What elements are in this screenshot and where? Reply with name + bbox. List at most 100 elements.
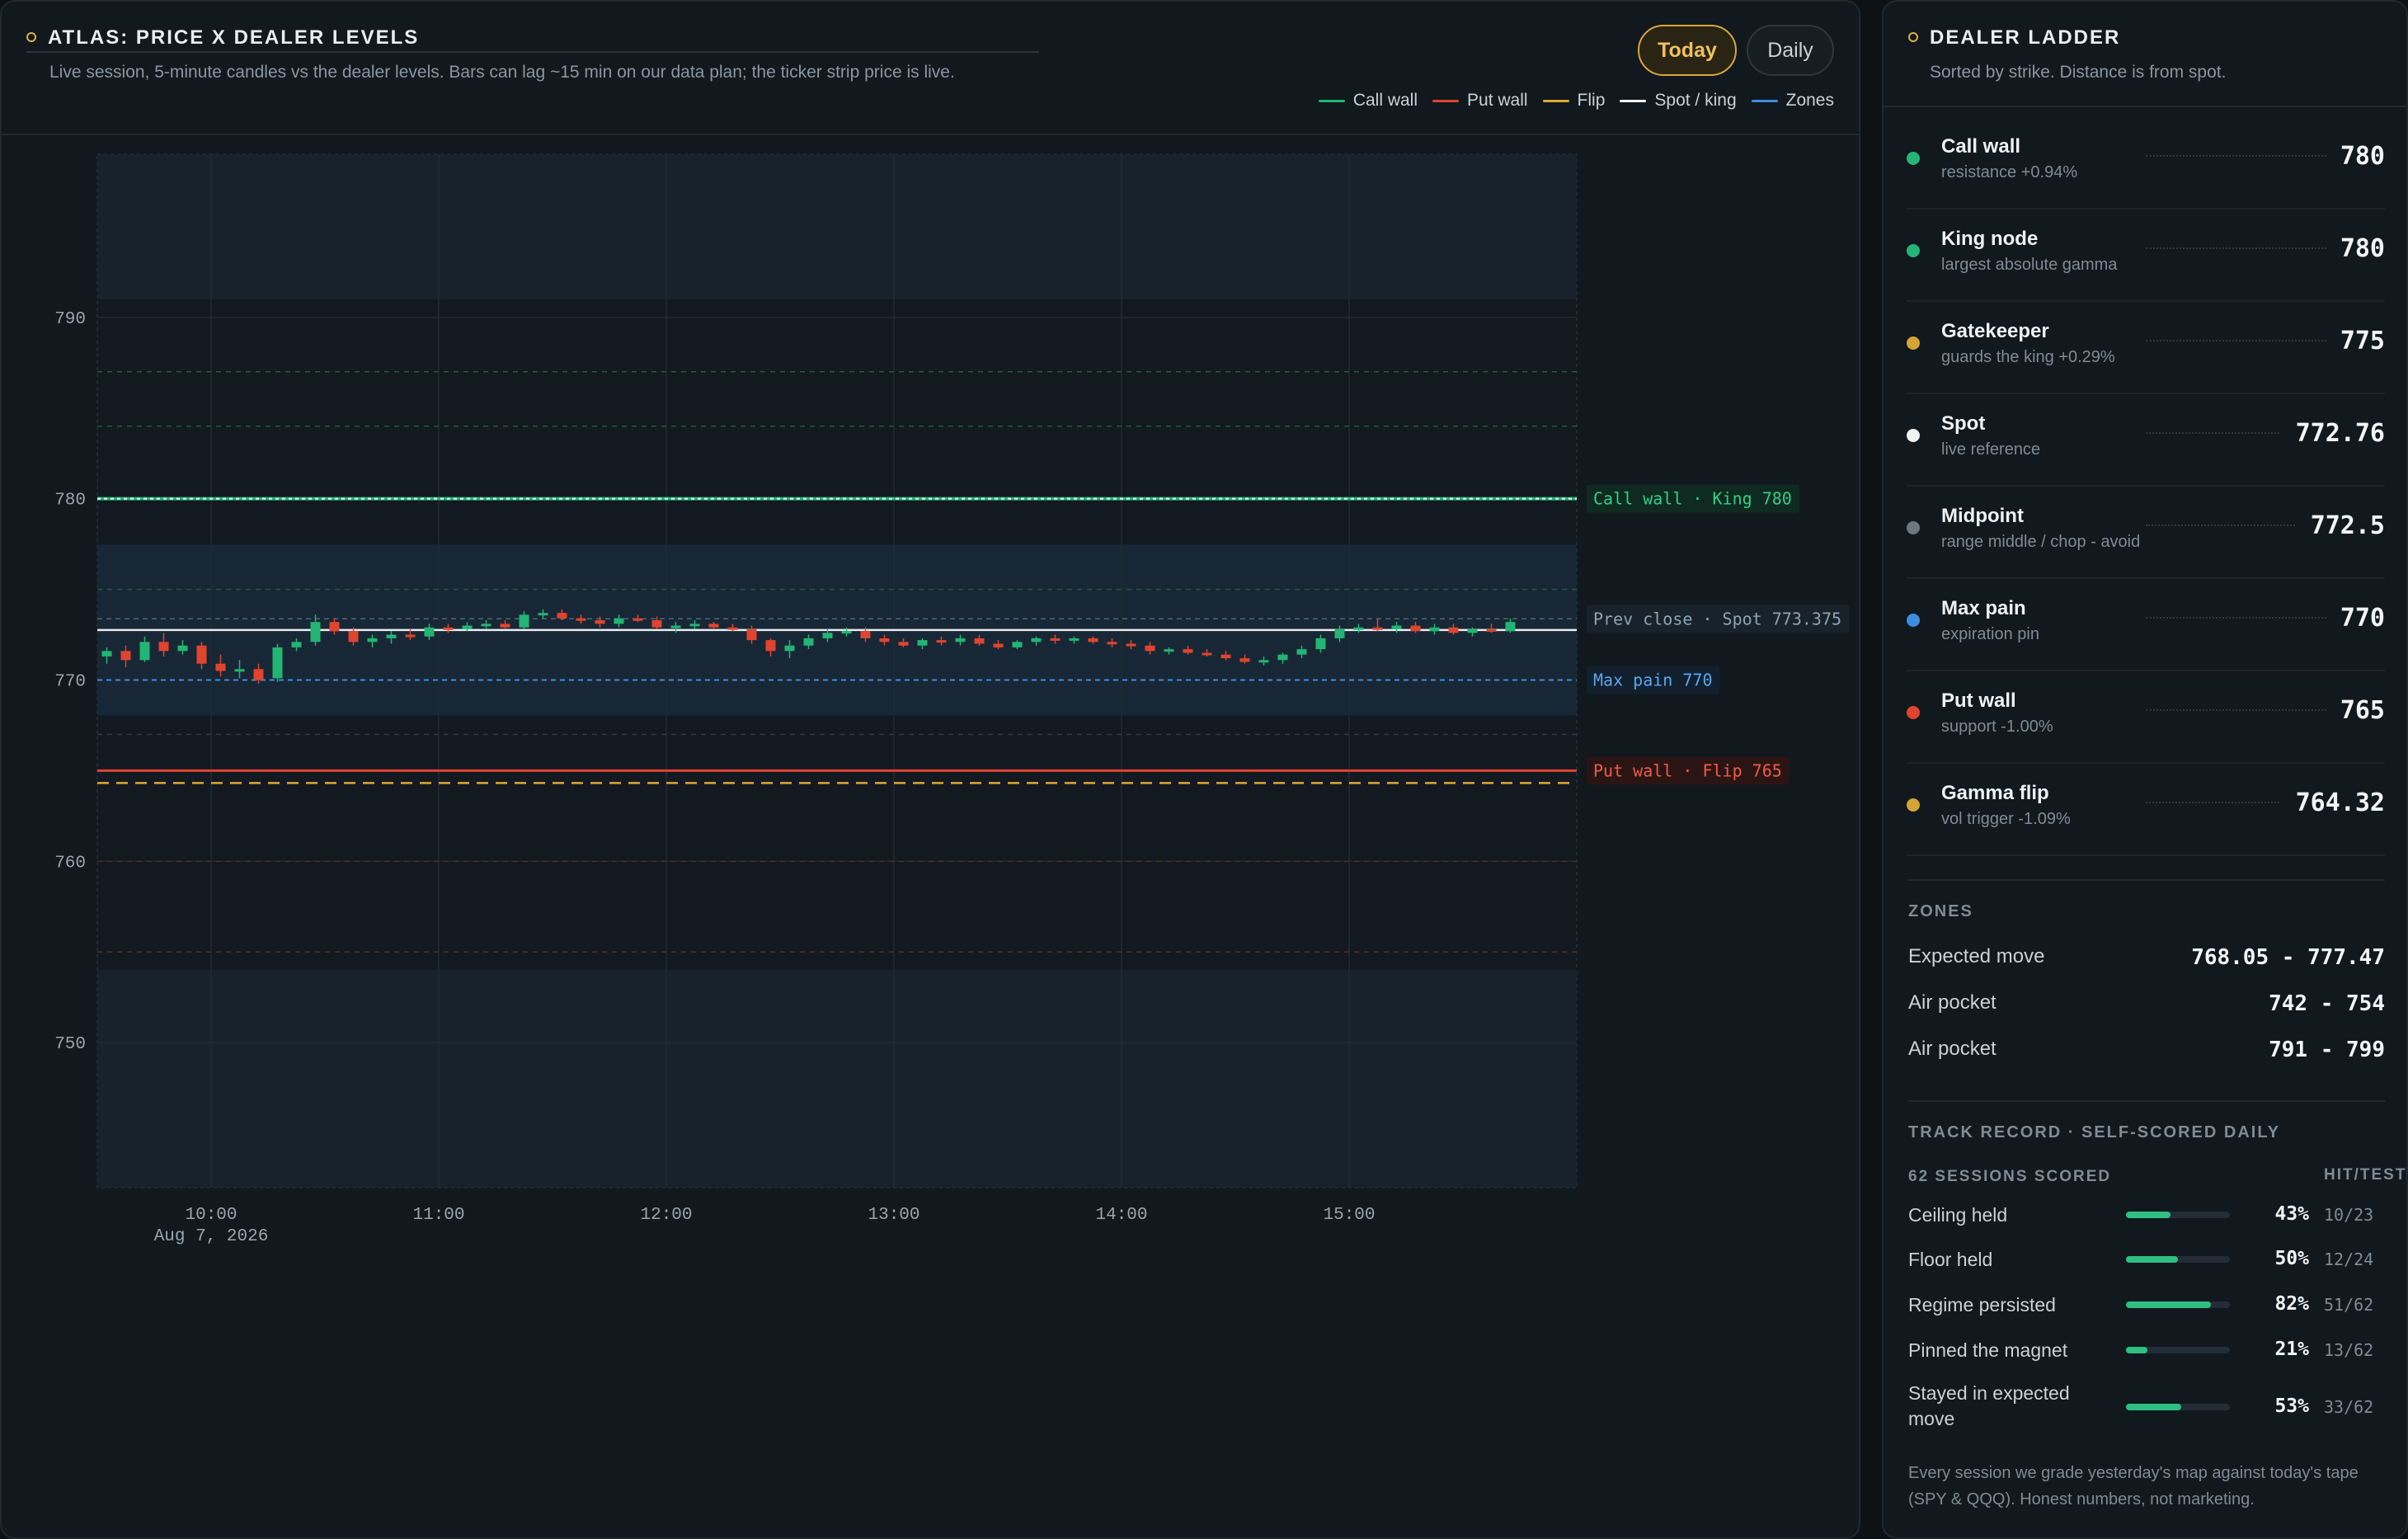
ladder-item-desc: vol trigger -1.09% bbox=[1941, 810, 2071, 828]
candle-up bbox=[310, 622, 321, 642]
ladder-item-desc: resistance +0.94% bbox=[1941, 163, 2078, 181]
ladder-item-name: Midpoint bbox=[1941, 505, 2024, 527]
ladder-item-value: 764.32 bbox=[2295, 788, 2385, 817]
ladder-row[interactable]: Max pain expiration pin 770 bbox=[1907, 579, 2385, 671]
candle-down bbox=[443, 627, 454, 630]
daily-toggle-button[interactable]: Daily bbox=[1747, 25, 1834, 76]
track-progress-bar bbox=[2126, 1212, 2230, 1218]
legend-item: Put wall bbox=[1432, 91, 1528, 111]
candle-up bbox=[139, 642, 150, 661]
candle-down bbox=[1183, 649, 1193, 653]
price-chart[interactable]: 750 760 770 780 790 10:00 11:00 12:00 13:00 14:00… bbox=[2, 134, 1859, 1536]
candle-down bbox=[253, 669, 264, 680]
ladder-item-name: Gatekeeper bbox=[1941, 320, 2049, 342]
candle-up bbox=[101, 651, 112, 657]
y-tick-label: 760 bbox=[54, 854, 86, 873]
candle-down bbox=[1486, 628, 1497, 632]
zone-name: Air pocket bbox=[1908, 1038, 1996, 1060]
candle-up bbox=[1258, 660, 1269, 663]
ladder-item-name: Call wall bbox=[1941, 135, 2021, 158]
level-dot-icon bbox=[1907, 521, 1920, 534]
level-tag: Put wall · Flip 765 bbox=[1587, 756, 1790, 785]
x-tick-label: 15:00 bbox=[1323, 1206, 1375, 1225]
zones-label: ZONES bbox=[1908, 902, 1973, 920]
ladder-item-desc: expiration pin bbox=[1941, 625, 2039, 643]
track-percent: 21% bbox=[2274, 1339, 2309, 1360]
ladder-item-desc: range middle / chop - avoid bbox=[1941, 533, 2141, 551]
status-ring-icon bbox=[1908, 32, 1918, 42]
dotted-leader bbox=[2146, 709, 2326, 711]
today-toggle-button[interactable]: Today bbox=[1638, 25, 1737, 76]
track-footnote: Every session we grade yesterday's map a… bbox=[1908, 1464, 2359, 1508]
candle-up bbox=[177, 645, 188, 652]
legend-swatch bbox=[1318, 99, 1345, 102]
candle-up bbox=[917, 640, 928, 646]
candle-up bbox=[955, 638, 966, 642]
legend-item: Zones bbox=[1751, 91, 1834, 111]
dotted-leader bbox=[2146, 525, 2295, 526]
ladder-row[interactable]: King node largest absolute gamma 780 bbox=[1907, 209, 2385, 302]
level-dot-icon bbox=[1907, 614, 1920, 627]
candle-down bbox=[1088, 638, 1098, 642]
x-tick-label: 13:00 bbox=[868, 1206, 919, 1225]
candle-down bbox=[1448, 627, 1459, 633]
candle-down bbox=[158, 642, 169, 652]
level-tag: Prev close · Spot 773.375 bbox=[1587, 605, 1850, 633]
ladder-row[interactable]: Call wall resistance +0.94% 780 bbox=[1907, 117, 2385, 209]
ladder-header-divider bbox=[1884, 106, 2406, 107]
candle-down bbox=[708, 624, 719, 628]
track-name: Floor held bbox=[1908, 1249, 1993, 1270]
candle-up bbox=[1031, 638, 1042, 642]
track-name: Stayed in expected move bbox=[1908, 1382, 2070, 1429]
candle-down bbox=[633, 618, 643, 621]
track-name: Pinned the magnet bbox=[1908, 1339, 2068, 1361]
candle-down bbox=[329, 622, 340, 632]
track-percent: 53% bbox=[2274, 1395, 2309, 1417]
legend-item: Flip bbox=[1542, 91, 1605, 111]
candle-down bbox=[1372, 627, 1383, 630]
y-tick-label: 770 bbox=[54, 672, 86, 691]
ladder-row[interactable]: Midpoint range middle / chop - avoid 772.5 bbox=[1907, 487, 2385, 579]
track-percent: 43% bbox=[2274, 1203, 2309, 1225]
track-progress-bar bbox=[2126, 1404, 2230, 1410]
candle-down bbox=[576, 618, 586, 621]
legend-swatch bbox=[1432, 99, 1460, 102]
ladder-row[interactable]: Gatekeeper guards the king +0.29% 775 bbox=[1907, 302, 2385, 394]
ladder-item-value: 772.5 bbox=[2310, 511, 2385, 540]
candle-up bbox=[272, 647, 283, 679]
candle-down bbox=[898, 642, 909, 646]
ladder-row[interactable]: Put wall support -1.00% 765 bbox=[1907, 671, 2385, 764]
ladder-item-desc: live reference bbox=[1941, 440, 2041, 459]
zone-value: 791 - 799 bbox=[2269, 1038, 2385, 1062]
track-count: 10/23 bbox=[2324, 1205, 2374, 1225]
candle-up bbox=[803, 638, 814, 646]
level-tag-label: Prev close · Spot 773.375 bbox=[1593, 609, 1841, 628]
x-tick-label: 14:00 bbox=[1095, 1206, 1147, 1225]
candle-up bbox=[481, 624, 491, 627]
ladder-item-name: Put wall bbox=[1941, 689, 2016, 712]
ladder-row[interactable]: Gamma flip vol trigger -1.09% 764.32 bbox=[1907, 764, 2385, 856]
candle-down bbox=[405, 634, 416, 638]
air-pocket-zone bbox=[97, 154, 1577, 299]
candle-up bbox=[784, 645, 795, 652]
ladder-row[interactable]: Spot live reference 772.76 bbox=[1907, 394, 2385, 487]
ladder-title: DEALER LADDER bbox=[1930, 26, 2121, 49]
candle-down bbox=[120, 651, 131, 661]
dotted-leader bbox=[2146, 802, 2279, 803]
candle-down bbox=[936, 640, 947, 643]
level-dot-icon bbox=[1907, 429, 1920, 442]
candle-down bbox=[993, 643, 1004, 647]
dealer-ladder-panel: DEALER LADDER Sorted by strike. Distance… bbox=[1882, 0, 2408, 1539]
ladder-item-name: King node bbox=[1941, 228, 2039, 250]
status-ring-icon bbox=[26, 32, 36, 42]
chart-title: ATLAS: PRICE X DEALER LEVELS bbox=[48, 26, 420, 49]
candle-up bbox=[386, 634, 397, 638]
sessions-scored-label: 62 SESSIONS SCORED bbox=[1908, 1168, 2112, 1185]
track-progress-bar bbox=[2126, 1301, 2230, 1308]
candle-down bbox=[765, 640, 776, 652]
candle-up bbox=[519, 614, 529, 628]
candle-down bbox=[1202, 652, 1212, 656]
level-dot-icon bbox=[1907, 244, 1920, 257]
dotted-leader bbox=[2146, 155, 2326, 157]
date-label: Aug 7, 2026 bbox=[154, 1227, 269, 1246]
